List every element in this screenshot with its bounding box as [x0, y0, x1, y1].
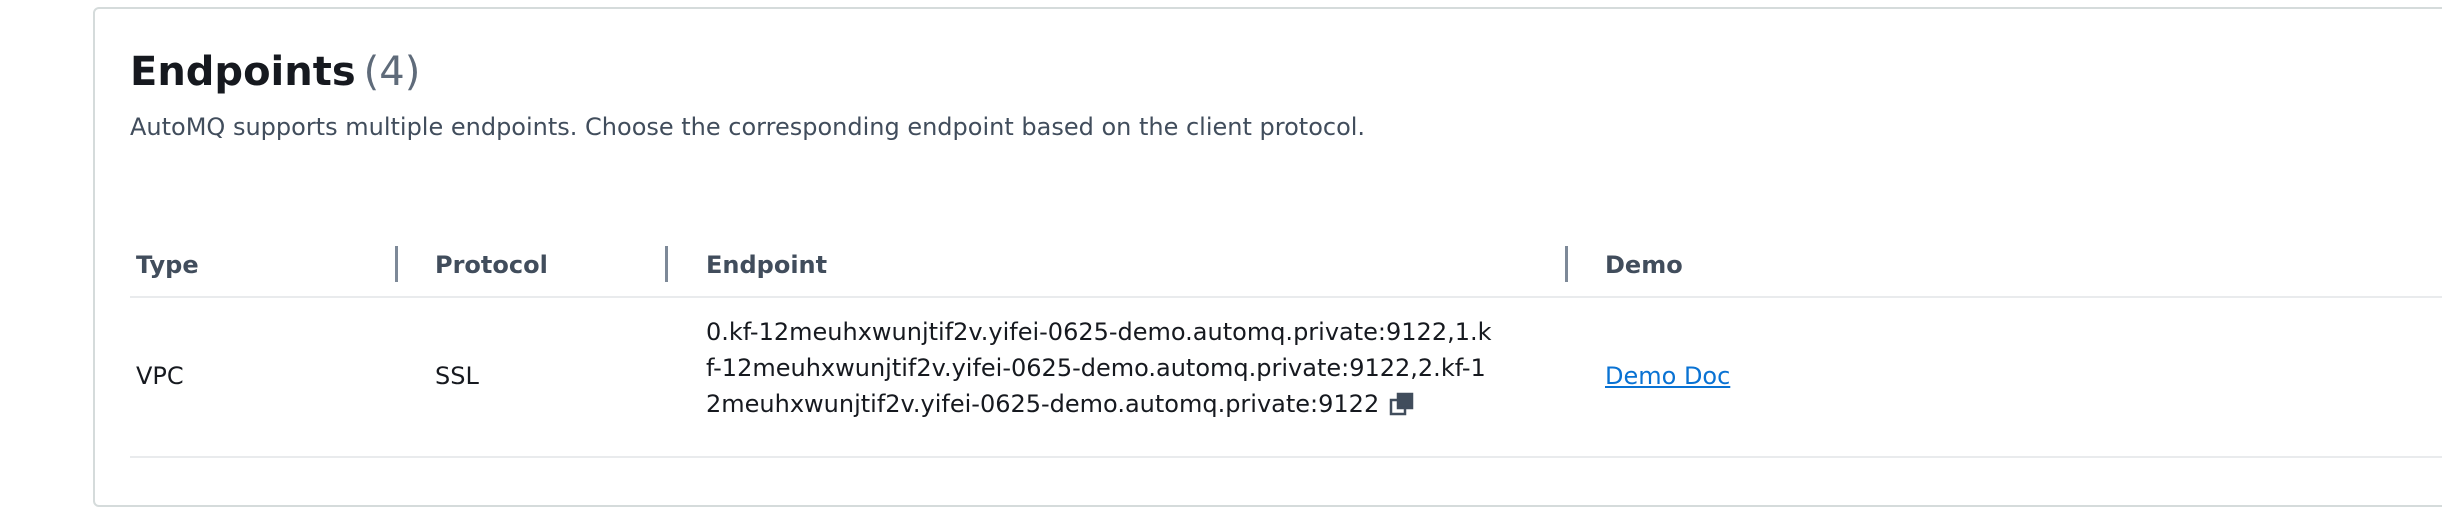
- cell-protocol: SSL: [435, 362, 479, 390]
- demo-doc-link[interactable]: Demo Doc: [1605, 358, 1730, 394]
- column-header-endpoint[interactable]: Endpoint: [706, 248, 827, 282]
- table-row: VPC SSL 0.kf-12meuhxwunjtif2v.yifei-0625…: [130, 296, 2442, 458]
- section-title-text: Endpoints: [130, 49, 356, 95]
- column-resizer[interactable]: [395, 246, 398, 282]
- endpoint-count: (4): [363, 49, 421, 95]
- cell-endpoint: 0.kf-12meuhxwunjtif2v.yifei-0625-demo.au…: [706, 314, 1496, 422]
- cell-type: VPC: [136, 362, 184, 390]
- column-header-demo[interactable]: Demo: [1605, 248, 1683, 282]
- column-header-protocol[interactable]: Protocol: [435, 248, 548, 282]
- section-title: Endpoints (4): [130, 46, 420, 98]
- copy-icon[interactable]: [1389, 392, 1415, 418]
- table-header: Type Protocol Endpoint Demo: [130, 236, 2442, 298]
- section-description: AutoMQ supports multiple endpoints. Choo…: [130, 113, 1366, 141]
- column-header-type[interactable]: Type: [136, 248, 199, 282]
- column-resizer[interactable]: [1565, 246, 1568, 282]
- column-resizer[interactable]: [665, 246, 668, 282]
- endpoint-value: 0.kf-12meuhxwunjtif2v.yifei-0625-demo.au…: [706, 318, 1492, 418]
